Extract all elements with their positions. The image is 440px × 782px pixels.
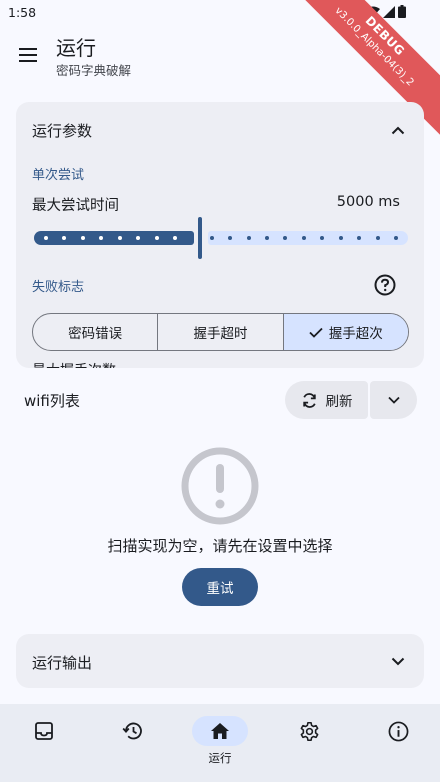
nav-history-indicator — [104, 716, 160, 746]
max-time-slider[interactable] — [32, 216, 410, 260]
output-card[interactable]: 运行输出 — [16, 634, 424, 688]
slider-tick — [375, 236, 380, 240]
help-icon — [374, 274, 396, 296]
segment-handshake-exceeded[interactable]: 握手超次 — [283, 314, 408, 350]
menu-button[interactable] — [14, 41, 42, 69]
slider-tick — [246, 236, 251, 240]
nav-item-history[interactable] — [88, 704, 176, 782]
segment-handshake-timeout-label: 握手超时 — [193, 326, 248, 342]
slider-tick — [209, 236, 214, 240]
wifi-list-title: wifi列表 — [24, 392, 80, 410]
segment-handshake-timeout[interactable]: 握手超时 — [158, 314, 284, 350]
status-time: 1:58 — [8, 5, 37, 20]
expand-output-button[interactable] — [388, 651, 408, 671]
slider-tick — [338, 236, 343, 240]
failure-flag-segmented-button: 密码错误 握手超时 握手超次 — [32, 313, 409, 351]
chevron-down-icon — [391, 657, 405, 665]
app-bar: 运行 密码字典破解 — [0, 26, 440, 86]
slider-tick — [301, 236, 306, 240]
params-card-title: 运行参数 — [32, 122, 93, 140]
nav-info-indicator — [370, 716, 426, 746]
nav-run-indicator — [192, 716, 248, 746]
inbox-icon — [35, 722, 53, 740]
collapse-params-button[interactable] — [388, 120, 408, 140]
slider-tick — [154, 236, 159, 240]
battery-icon — [398, 5, 406, 18]
settings-icon — [300, 721, 318, 741]
nav-item-settings[interactable] — [265, 704, 353, 782]
nav-run-label: 运行 — [208, 751, 232, 765]
bottom-navigation: 运行 — [0, 704, 440, 782]
menu-icon — [19, 48, 37, 62]
chevron-down-icon — [387, 396, 400, 404]
segment-password-error[interactable]: 密码错误 — [33, 314, 159, 350]
empty-state-message: 扫描实现为空，请先在设置中选择 — [107, 537, 333, 555]
slider-active-track — [34, 231, 194, 245]
page-subtitle: 密码字典破解 — [56, 63, 132, 78]
home-icon — [211, 723, 229, 739]
cell-signal-icon — [383, 5, 395, 18]
nav-item-run[interactable]: 运行 — [176, 704, 264, 782]
nav-item-info[interactable] — [354, 704, 440, 782]
segment-handshake-exceeded-label: 握手超次 — [328, 326, 383, 342]
warning-circle-icon — [181, 447, 259, 525]
retry-button[interactable]: 重试 — [182, 568, 258, 606]
wifi-options-dropdown-button[interactable] — [370, 381, 417, 419]
info-icon — [388, 721, 408, 741]
check-icon — [309, 327, 323, 338]
slider-tick — [44, 236, 48, 240]
slider-thumb[interactable] — [198, 217, 202, 259]
refresh-label: 刷新 — [325, 394, 353, 410]
help-button[interactable] — [374, 274, 396, 296]
nav-inbox-indicator — [16, 716, 72, 746]
params-card: 运行参数 单次尝试 最大尝试时间 5000 ms 失败标志 密码错误 握手超时 … — [16, 102, 424, 368]
slider-tick — [394, 236, 398, 240]
max-time-value: 5000 ms — [336, 194, 400, 210]
segment-password-error-label: 密码错误 — [68, 326, 123, 342]
max-time-label: 最大尝试时间 — [32, 198, 119, 214]
page-title: 运行 — [56, 36, 96, 60]
slider-tick — [80, 236, 85, 240]
failure-section-label: 失败标志 — [32, 280, 85, 295]
nav-settings-indicator — [281, 716, 337, 746]
refresh-icon — [302, 392, 316, 408]
history-icon — [122, 722, 142, 740]
refresh-button[interactable]: 刷新 — [285, 381, 368, 419]
max-handshake-label: 最大握手次数 — [32, 360, 116, 368]
output-card-title: 运行输出 — [32, 654, 93, 672]
slider-tick — [117, 236, 122, 240]
single-attempt-section-label: 单次尝试 — [32, 168, 85, 183]
nav-item-inbox[interactable] — [0, 704, 88, 782]
slider-tick — [172, 236, 177, 240]
chevron-up-icon — [391, 126, 405, 134]
